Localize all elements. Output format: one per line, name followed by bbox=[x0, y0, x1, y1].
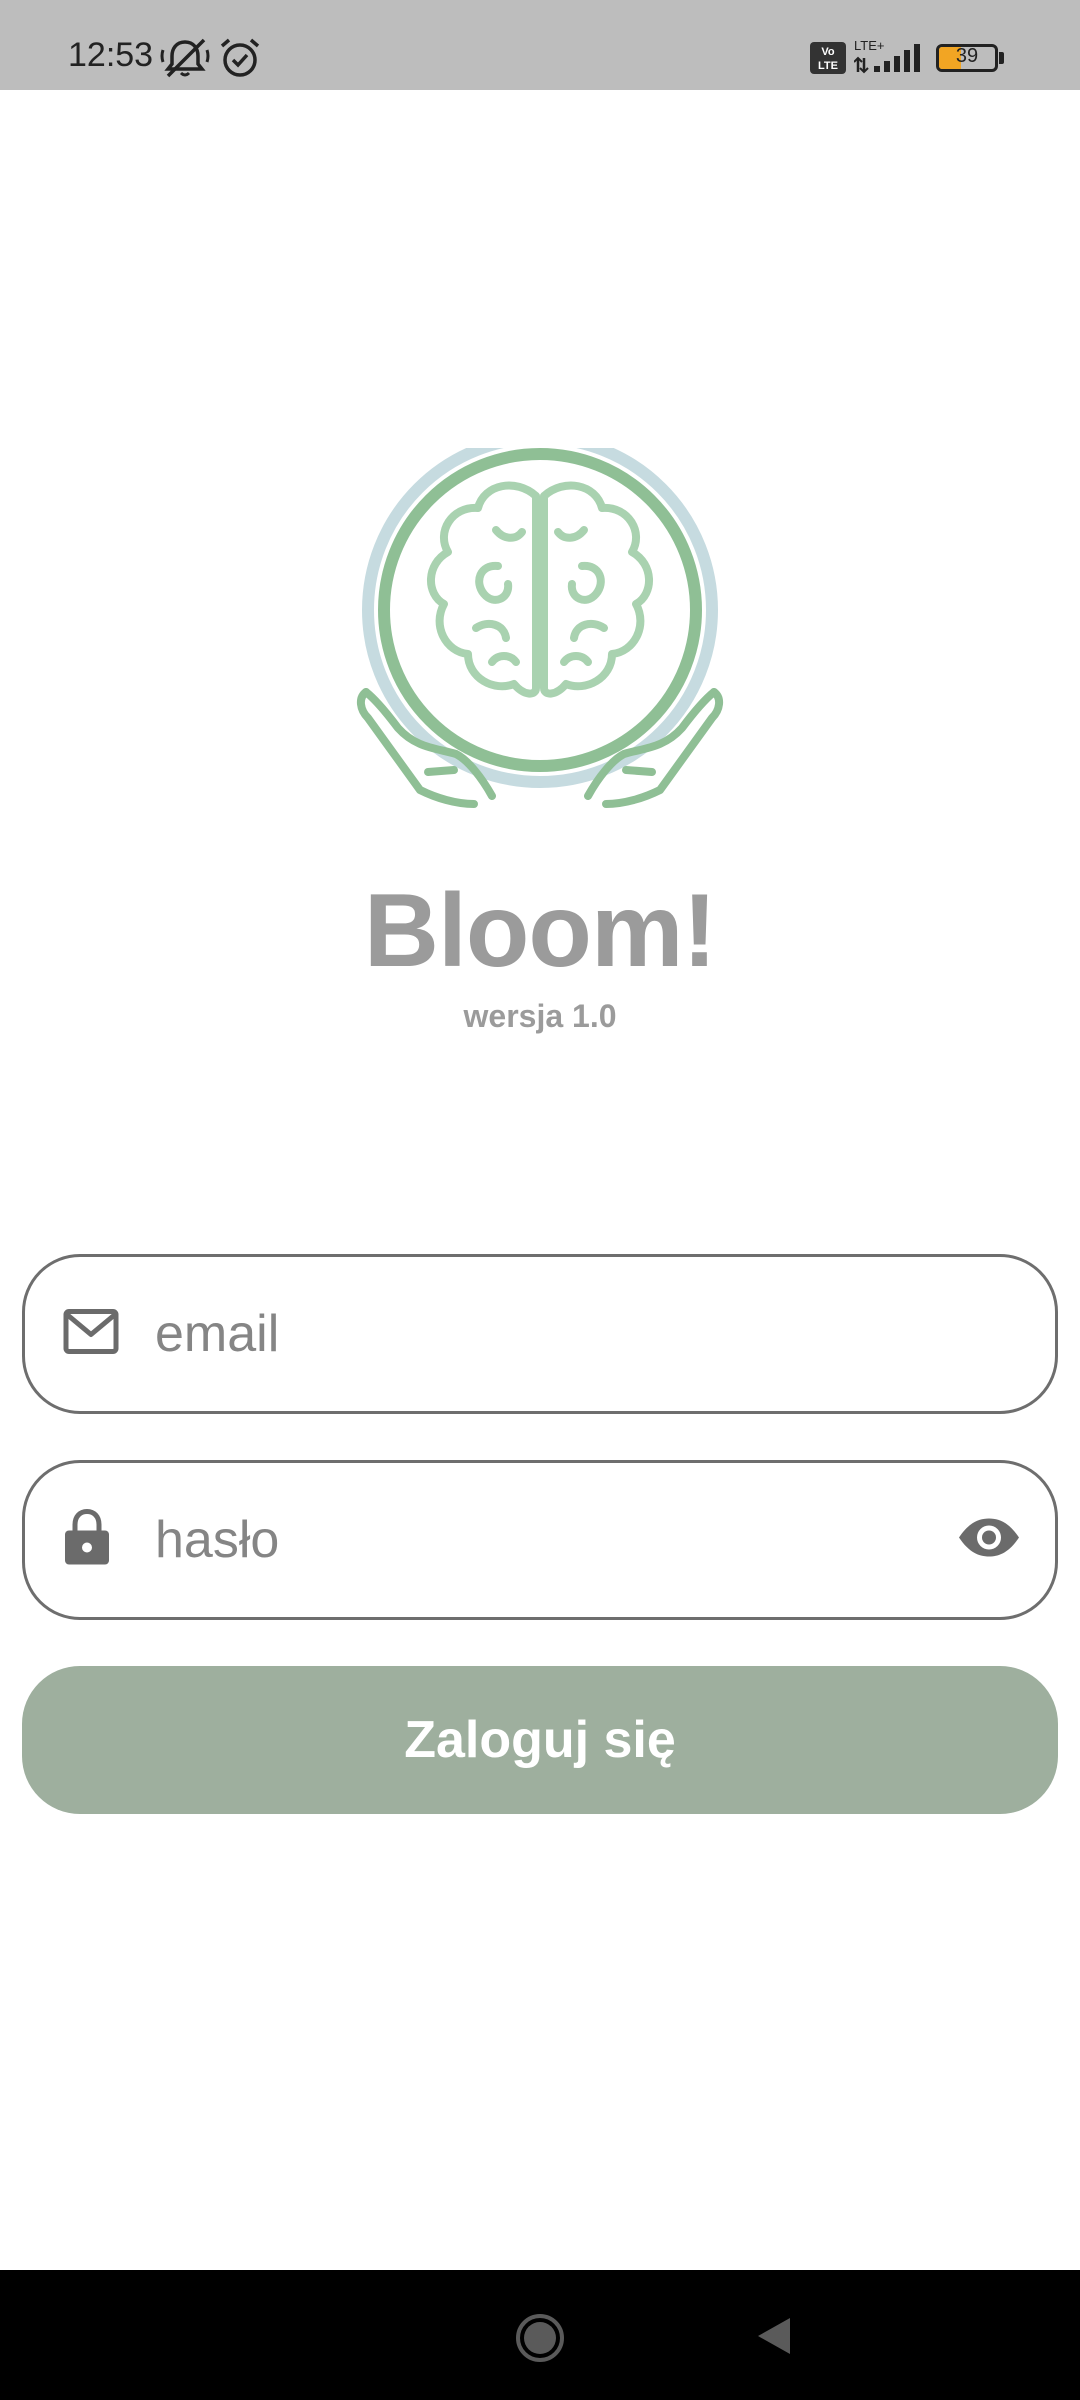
status-bar: 12:53 Vo LTE LTE+ 39 bbox=[0, 0, 1080, 90]
home-icon[interactable] bbox=[514, 2312, 566, 2369]
back-icon[interactable] bbox=[754, 2314, 794, 2363]
signal-icon: LTE+ bbox=[853, 38, 924, 83]
svg-text:Vo: Vo bbox=[821, 46, 835, 58]
svg-text:LTE: LTE bbox=[818, 60, 838, 72]
network-label: LTE+ bbox=[854, 38, 884, 53]
status-time: 12:53 bbox=[68, 36, 154, 74]
brain-icon bbox=[427, 481, 653, 698]
password-input[interactable] bbox=[155, 1463, 915, 1617]
mute-icon bbox=[160, 36, 210, 85]
login-button[interactable]: Zaloguj się bbox=[22, 1666, 1058, 1814]
email-input[interactable] bbox=[155, 1257, 915, 1411]
password-field[interactable] bbox=[22, 1460, 1058, 1620]
battery-cap bbox=[999, 52, 1004, 64]
eye-icon[interactable] bbox=[957, 1517, 1021, 1564]
app-version: wersja 1.0 bbox=[463, 998, 617, 1034]
battery-indicator: 39 bbox=[936, 44, 998, 72]
app-title: Bloom! bbox=[363, 873, 717, 989]
alarm-icon bbox=[218, 36, 262, 85]
nav-bar bbox=[0, 2270, 1080, 2400]
battery-percent: 39 bbox=[955, 45, 979, 67]
email-field[interactable] bbox=[22, 1254, 1058, 1414]
lock-icon bbox=[63, 1508, 111, 1572]
brain-in-hands-logo bbox=[357, 448, 723, 808]
mail-icon bbox=[63, 1309, 119, 1360]
volte-icon: Vo LTE bbox=[810, 42, 846, 79]
